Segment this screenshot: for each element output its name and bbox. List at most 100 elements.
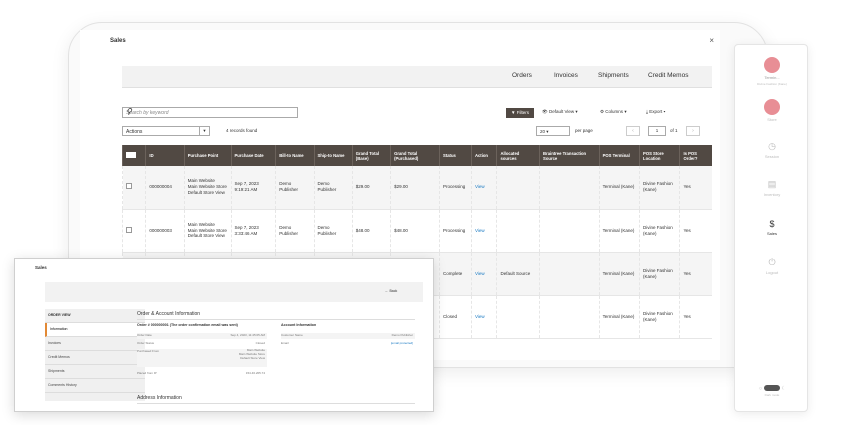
nav-credit-memos[interactable]: Credit Memos xyxy=(648,72,688,79)
cell-status: Closed xyxy=(439,295,472,339)
col-header[interactable]: Grand Total (Base) xyxy=(351,145,391,166)
search-icon[interactable]: ⚲ xyxy=(126,107,293,116)
col-header[interactable]: Purchase Date xyxy=(230,145,276,166)
col-header[interactable]: POS Terminal xyxy=(598,145,640,166)
cell-is-pos: Yes xyxy=(679,295,712,339)
sidebar-item-store[interactable]: Store xyxy=(735,99,809,122)
cell-purchase-date: Sep 7, 2023 9:19:21 AM xyxy=(230,166,276,210)
cell-purchase-date: Sep 7, 2023 3:33:46 AM xyxy=(230,209,276,253)
close-icon[interactable]: × xyxy=(709,36,714,45)
view-link[interactable]: View xyxy=(470,209,497,253)
cell-allocated xyxy=(496,295,540,339)
cell-status: Processing xyxy=(439,209,472,253)
cell-bill-to: Demo Publisher xyxy=(275,166,314,210)
row-checkbox[interactable] xyxy=(121,209,146,253)
overlay-toolbar xyxy=(45,282,423,302)
cell-is-pos: Yes xyxy=(679,252,712,296)
theme-toggle[interactable] xyxy=(764,385,781,391)
order-date-row: Order Date Sep 4, 2023, 11:45:05 AM xyxy=(137,333,267,339)
purchased-from-row: Purchased From Main Website Main Website S… xyxy=(137,348,267,367)
cell-pos-location: Divine Fashion (Kane) xyxy=(639,166,680,210)
col-header[interactable]: Bill-to Name xyxy=(275,145,314,166)
customer-name-row: Customer Name Demo Publisher xyxy=(281,333,415,339)
tabs-heading: ORDER VIEW xyxy=(45,309,145,323)
actions-select[interactable]: Actions ▼ xyxy=(122,126,210,136)
cell-status: Processing xyxy=(439,166,472,210)
moon-icon: ☾ xyxy=(781,385,786,392)
section-heading: Order & Account Information xyxy=(137,311,201,317)
select-all-checkbox[interactable] xyxy=(121,145,146,166)
sales-nav: Orders Invoices Shipments Credit Memos xyxy=(122,66,712,88)
table-row[interactable]: 000000004 Main Website Main Website Store… xyxy=(121,166,712,210)
tab-credit-memos[interactable]: Credit Memos xyxy=(45,351,145,365)
view-link[interactable]: View xyxy=(470,295,497,339)
cell-total-purchased: $48.00 xyxy=(390,209,440,253)
columns-dropdown[interactable]: ⚙ Columns ▾ xyxy=(600,109,627,115)
records-count: 4 records found xyxy=(226,128,258,133)
view-link[interactable]: View xyxy=(470,252,497,296)
col-header[interactable]: POS Store Location xyxy=(639,145,680,166)
nav-invoices[interactable]: Invoices xyxy=(554,72,578,79)
col-header[interactable]: Grand Total (Purchased) xyxy=(390,145,440,166)
search-input[interactable]: Search by keyword ⚲ xyxy=(122,107,298,118)
col-header[interactable]: Ship-to Name xyxy=(313,145,353,166)
col-header[interactable]: Status xyxy=(439,145,472,166)
email-row: Email [email protected] xyxy=(281,341,413,345)
col-header[interactable]: Braintree Transaction Source xyxy=(539,145,600,166)
sidebar-item-inventory[interactable]: ▤ Inventory xyxy=(735,179,809,197)
cell-braintree xyxy=(539,252,600,296)
cell-pos-location: Divine Fashion (Kane) xyxy=(639,295,680,339)
cell-total-purchased: $29.00 xyxy=(390,166,440,210)
cell-allocated: Default Source xyxy=(496,252,540,296)
tab-invoices[interactable]: Invoices xyxy=(45,337,145,351)
page-total: of 1 xyxy=(670,128,678,133)
cell-total-base: $48.00 xyxy=(351,209,391,253)
row-checkbox[interactable] xyxy=(121,166,146,210)
sun-icon: ☼ xyxy=(758,385,763,392)
col-header[interactable]: Purchase Point xyxy=(183,145,232,166)
cell-status: Complete xyxy=(439,252,472,296)
back-button[interactable]: ← Back xyxy=(385,289,397,293)
user-icon xyxy=(764,57,780,73)
inventory-icon: ▤ xyxy=(767,179,777,189)
prev-page-button[interactable]: ‹ xyxy=(626,126,640,136)
pos-sidebar: Termin... Divine Fashion (Kane) Store ◷ … xyxy=(734,44,808,412)
tab-comments-history[interactable]: Comments History xyxy=(45,379,145,393)
per-page-label: per page xyxy=(575,128,593,133)
sidebar-item-logout[interactable]: ⏻ Logout xyxy=(735,257,809,275)
page-title: Sales xyxy=(110,38,126,44)
overlay-title: Sales xyxy=(35,265,47,270)
sidebar-item-terminal[interactable]: Termin... Divine Fashion (Kane) xyxy=(735,57,809,86)
page-input[interactable]: 1 xyxy=(648,126,666,136)
cell-id: 000000004 xyxy=(145,166,185,210)
col-header[interactable]: Allocated sources xyxy=(496,145,540,166)
cell-ship-to: Demo Publisher xyxy=(313,209,353,253)
per-page-select[interactable]: 20 ▾ xyxy=(536,126,570,136)
next-page-button[interactable]: › xyxy=(686,126,700,136)
cell-ship-to: Demo Publisher xyxy=(313,166,353,210)
clock-icon: ◷ xyxy=(768,141,776,151)
view-link[interactable]: View xyxy=(470,166,497,210)
default-view-dropdown[interactable]: 👁 Default View ▾ xyxy=(542,109,578,115)
export-dropdown[interactable]: ⤓ Export ▾ xyxy=(646,109,665,114)
sidebar-item-sales[interactable]: $ Sales xyxy=(735,219,809,236)
col-header[interactable]: ID xyxy=(145,145,185,166)
nav-shipments[interactable]: Shipments xyxy=(598,72,629,79)
cell-allocated xyxy=(496,166,540,210)
filters-button[interactable]: ▼ Filters xyxy=(506,108,534,118)
tab-shipments[interactable]: Shipments xyxy=(45,365,145,379)
store-icon xyxy=(764,99,780,115)
chevron-down-icon: ▼ xyxy=(199,127,209,135)
col-header[interactable]: Action xyxy=(470,145,497,166)
nav-orders[interactable]: Orders xyxy=(512,72,532,79)
table-row[interactable]: 000000003 Main Website Main Website Store… xyxy=(121,209,712,253)
sidebar-item-session[interactable]: ◷ Session xyxy=(735,141,809,159)
placed-from-ip-row: Placed from IP 154.46.205.74 xyxy=(137,371,265,375)
cell-total-base: $29.00 xyxy=(351,166,391,210)
cell-is-pos: Yes xyxy=(679,166,712,210)
email-link[interactable]: [email protected] xyxy=(391,341,413,345)
col-header[interactable]: Is POS Order? xyxy=(679,145,712,166)
cell-pos-terminal: Terminal (Kane) xyxy=(598,209,640,253)
cell-pos-terminal: Terminal (Kane) xyxy=(598,166,640,210)
tab-information[interactable]: Information xyxy=(45,323,145,337)
